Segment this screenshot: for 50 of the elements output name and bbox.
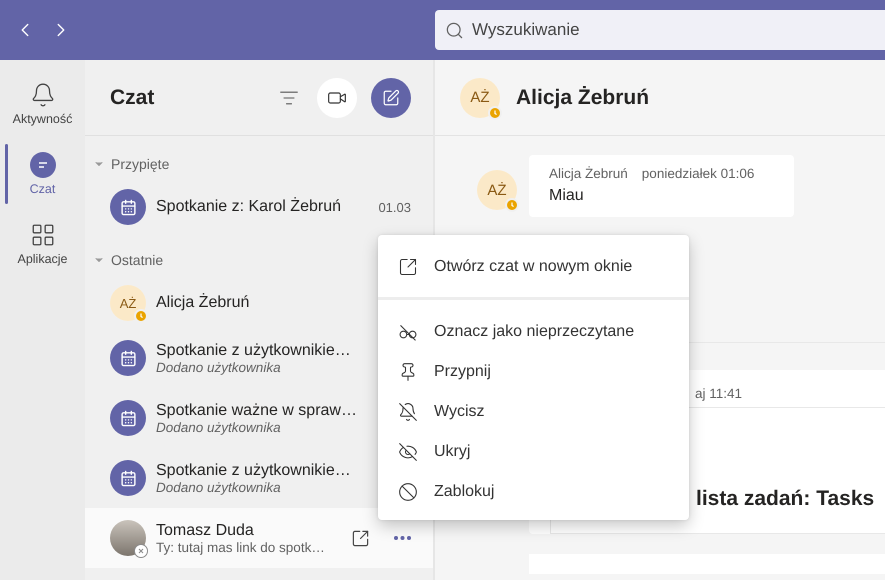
chat-name: Spotkanie z użytkownikie… bbox=[156, 462, 351, 480]
popout-icon bbox=[351, 528, 370, 548]
eye-off-icon bbox=[398, 442, 418, 462]
chat-name: Tomasz Duda bbox=[156, 522, 254, 540]
search-field[interactable]: Wyszukiwanie bbox=[470, 19, 885, 41]
message-time: aj 11:41 bbox=[694, 385, 744, 401]
calendar-icon bbox=[120, 470, 136, 486]
chat-list-title: Czat bbox=[110, 86, 154, 110]
apps-icon bbox=[30, 222, 56, 248]
search-bar[interactable]: Wyszukiwanie bbox=[435, 10, 885, 50]
chat-icon bbox=[30, 152, 56, 178]
bell-off-icon bbox=[398, 402, 418, 422]
conversation-title: Alicja Żebruń bbox=[516, 86, 650, 110]
chat-item[interactable]: Spotkanie z: Karol Żebruń 01.03 bbox=[85, 182, 433, 232]
card-title: lista zadań: Tasks bbox=[696, 487, 874, 511]
chat-preview: Dodano użytkownika bbox=[156, 480, 281, 494]
message-author: Alicja Żebruń bbox=[549, 166, 628, 181]
rail-tab[interactable]: Aktywność bbox=[0, 70, 85, 138]
popout-button[interactable] bbox=[351, 528, 370, 548]
chat-name: Spotkanie z: Karol Żebruń bbox=[156, 198, 341, 216]
chat-name: Spotkanie ważne w spraw… bbox=[156, 402, 357, 420]
calendar-icon bbox=[120, 350, 136, 366]
rail-tab[interactable]: Czat bbox=[0, 140, 85, 208]
calendar-icon bbox=[120, 410, 136, 426]
block-icon bbox=[398, 482, 418, 502]
bell-icon bbox=[30, 82, 56, 108]
video-button[interactable] bbox=[317, 78, 357, 118]
chat-time: 01.03 bbox=[378, 200, 411, 214]
initials-avatar: AŻ bbox=[460, 78, 500, 118]
initials-avatar: AŻ bbox=[477, 170, 517, 210]
section-header[interactable]: Przypięte bbox=[85, 146, 433, 182]
message-text: Miau bbox=[549, 187, 585, 205]
chat-preview: Ty: tutaj mas link do spotk… bbox=[156, 540, 325, 554]
search-icon bbox=[445, 20, 464, 40]
chat-item[interactable]: Tomasz Duda Ty: tutaj mas link do spotk… bbox=[85, 508, 433, 568]
pen-square-icon bbox=[382, 88, 400, 106]
chat-name: Alicja Żebruń bbox=[156, 294, 250, 312]
glasses-off-icon bbox=[398, 322, 418, 342]
rail-tab[interactable]: Aplikacje bbox=[0, 210, 85, 278]
chat-preview: Dodano użytkownika bbox=[156, 360, 281, 374]
more-button[interactable] bbox=[394, 536, 411, 540]
calendar-icon bbox=[120, 198, 136, 216]
more-icon bbox=[394, 536, 411, 540]
popout-icon bbox=[398, 257, 418, 277]
initials-avatar: AŻ bbox=[110, 285, 146, 321]
chat-preview: Dodano użytkownika bbox=[156, 420, 281, 434]
photo-placeholder bbox=[110, 520, 146, 556]
message-time: poniedziałek 01:06 bbox=[642, 166, 754, 181]
chat-name: Spotkanie z użytkownikie… bbox=[156, 342, 351, 360]
new-chat-button[interactable] bbox=[371, 78, 411, 118]
